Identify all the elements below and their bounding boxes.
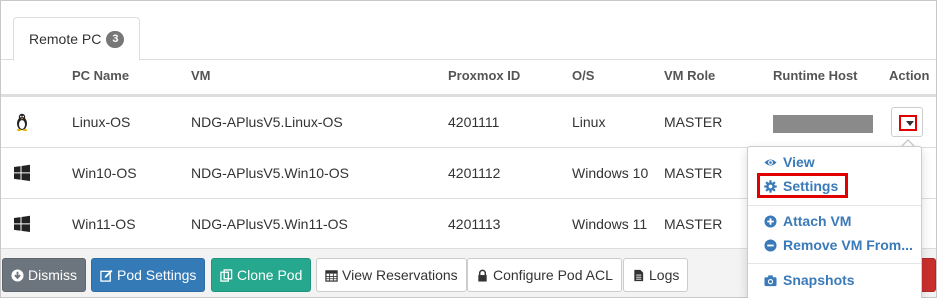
configure-pod-acl-label: Configure Pod ACL xyxy=(493,267,613,283)
logs-button[interactable]: Logs xyxy=(623,258,689,292)
menu-item-label: Remove VM From... xyxy=(783,237,913,253)
menu-divider xyxy=(748,205,921,206)
cell-vm-role: MASTER xyxy=(664,165,723,181)
menu-item-attach-vm[interactable]: Attach VM xyxy=(764,211,851,231)
dismiss-button[interactable]: Dismiss xyxy=(2,258,86,292)
tab-bar: Remote PC 3 xyxy=(1,0,936,61)
tab-remote-pc[interactable]: Remote PC 3 xyxy=(13,17,140,61)
cell-vm: NDG-APlusV5.Win11-OS xyxy=(191,216,348,232)
cell-os: Windows 11 xyxy=(572,216,648,232)
cell-os: Linux xyxy=(572,114,606,130)
calendar-icon xyxy=(325,269,338,282)
cell-proxmox-id: 4201112 xyxy=(448,165,501,181)
tab-label: Remote PC xyxy=(29,31,102,47)
cell-vm: NDG-APlusV5.Linux-OS xyxy=(191,114,343,130)
eye-icon xyxy=(764,158,777,166)
view-reservations-label: View Reservations xyxy=(342,267,458,283)
menu-item-label: Attach VM xyxy=(783,213,852,229)
runtime-host-redacted xyxy=(773,115,873,133)
header-pc-name: PC Name xyxy=(72,68,130,83)
header-vm: VM xyxy=(191,68,211,83)
cell-pc-name: Win10-OS xyxy=(72,165,137,181)
clone-pod-label: Clone Pod xyxy=(237,267,303,283)
cell-pc-name: Win11-OS xyxy=(72,216,136,232)
edit-icon xyxy=(100,269,113,282)
table-header: PC Name VM Proxmox ID O/S VM Role Runtim… xyxy=(1,61,936,96)
action-dropdown-button[interactable] xyxy=(891,107,923,137)
header-os: O/S xyxy=(572,68,595,83)
menu-item-view[interactable]: View xyxy=(764,152,815,172)
configure-pod-acl-button[interactable]: Configure Pod ACL xyxy=(467,258,622,292)
cell-vm-role: MASTER xyxy=(664,114,723,130)
windows-icon xyxy=(14,164,30,181)
file-icon xyxy=(634,269,644,281)
minus-circle-icon xyxy=(764,238,777,252)
menu-item-label: Snapshots xyxy=(783,272,855,288)
cell-proxmox-id: 4201113 xyxy=(448,216,501,232)
clone-pod-button[interactable]: Clone Pod xyxy=(211,258,312,292)
copy-icon xyxy=(220,268,233,282)
cell-pc-name: Linux-OS xyxy=(72,114,131,130)
count-badge: 3 xyxy=(106,30,125,48)
lock-icon xyxy=(478,269,487,282)
header-runtime-host: Runtime Host xyxy=(773,68,858,83)
pod-settings-label: Pod Settings xyxy=(117,267,197,283)
linux-tux-icon xyxy=(16,113,28,131)
cell-vm-role: MASTER xyxy=(664,216,723,232)
action-dropdown-menu: View Settings Attach VM Remove VM From.. xyxy=(747,146,922,298)
arrow-down-circle-icon xyxy=(11,268,24,282)
caret-down-icon xyxy=(906,121,914,126)
table-row: Linux-OS NDG-APlusV5.Linux-OS 4201111 Li… xyxy=(1,96,936,147)
gear-icon xyxy=(764,179,777,193)
pod-settings-button[interactable]: Pod Settings xyxy=(91,258,206,292)
menu-item-settings[interactable]: Settings xyxy=(764,176,838,196)
header-action: Action xyxy=(889,68,930,83)
header-vm-role: VM Role xyxy=(664,68,716,83)
menu-item-label: Settings xyxy=(783,178,839,194)
cell-proxmox-id: 4201111 xyxy=(448,114,500,130)
windows-icon xyxy=(14,215,30,232)
menu-divider xyxy=(748,263,921,264)
menu-item-remove-vm[interactable]: Remove VM From... xyxy=(764,235,913,255)
menu-item-label: View xyxy=(783,154,815,170)
view-reservations-button[interactable]: View Reservations xyxy=(316,258,467,292)
cell-vm: NDG-APlusV5.Win10-OS xyxy=(191,165,349,181)
menu-item-snapshots[interactable]: Snapshots xyxy=(764,270,855,290)
dismiss-label: Dismiss xyxy=(28,267,77,283)
plus-circle-icon xyxy=(764,214,777,228)
highlight-box xyxy=(899,115,917,131)
camera-icon xyxy=(764,274,777,286)
header-proxmox-id: Proxmox ID xyxy=(448,68,521,83)
logs-label: Logs xyxy=(649,267,680,283)
cell-os: Windows 10 xyxy=(572,165,649,181)
